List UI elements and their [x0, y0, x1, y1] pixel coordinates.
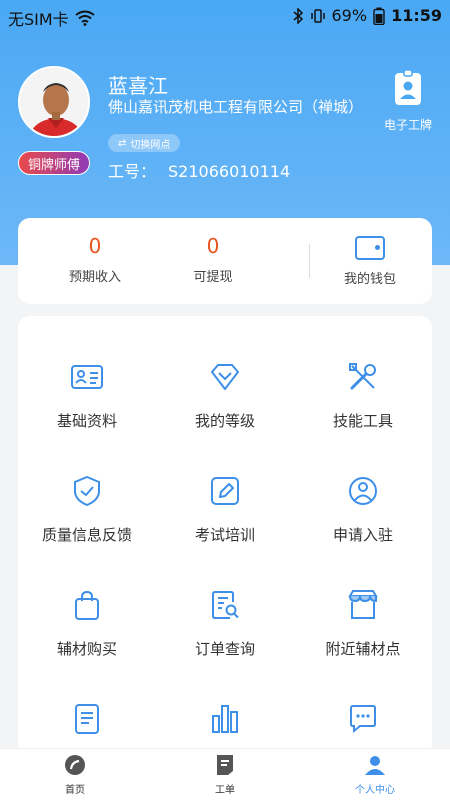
switch-outlet-label: 切换网点: [130, 139, 171, 151]
expected-income-label: 预期收入: [68, 270, 121, 285]
menu-item-basic-info[interactable]: 基础资料: [18, 316, 156, 430]
menu-label: 考试培训: [194, 526, 255, 544]
menu-label: 技能工具: [332, 412, 393, 430]
tab-personal-center[interactable]: 个人中心: [325, 753, 425, 796]
tab-label: 个人中心: [355, 785, 395, 796]
carrier-text: 无SIM卡: [8, 10, 69, 29]
electronic-badge-button[interactable]: 电子工牌: [378, 70, 438, 133]
switch-outlet-button[interactable]: ⇄ 切换网点: [108, 134, 181, 152]
menu-label: 申请入驻: [332, 526, 393, 544]
avatar[interactable]: [18, 66, 90, 138]
menu-item-order-query[interactable]: 订单查询: [156, 544, 294, 658]
user-circle-icon: [349, 477, 377, 505]
menu-item-messages[interactable]: [294, 658, 432, 756]
home-icon: [65, 755, 85, 775]
electronic-badge-label: 电子工牌: [383, 118, 432, 132]
notes-icon: [75, 704, 99, 734]
menu-item-nearby-materials[interactable]: 附近辅材点: [294, 544, 432, 658]
store-icon: [348, 590, 378, 619]
job-number-label: 工号：: [108, 162, 157, 181]
menu-grid: 基础资料 我的等级 技能工具 质量信息反馈 考试培训 申请入驻 辅材购买 订单查…: [18, 316, 432, 756]
vibrate-icon: [310, 8, 325, 23]
menu-item-statistics[interactable]: [156, 658, 294, 756]
company-name: 佛山嘉讯茂机电工程有限公司（禅城）: [108, 98, 364, 116]
bar-chart-icon: [212, 705, 238, 733]
menu-label: 辅材购买: [56, 640, 117, 658]
tools-icon: [349, 363, 376, 390]
menu-item-apply-join[interactable]: 申请入驻: [294, 430, 432, 544]
diamond-icon: [211, 364, 239, 390]
menu-label: 订单查询: [194, 640, 255, 658]
menu-item-notes[interactable]: [18, 658, 156, 756]
clock-text: 11:59: [391, 6, 442, 25]
withdrawable[interactable]: 0 可提现: [153, 234, 273, 285]
expected-income[interactable]: 0 预期收入: [35, 234, 155, 285]
tab-home[interactable]: 首页: [25, 753, 125, 796]
expected-income-value: 0: [88, 234, 102, 258]
user-name: 蓝喜江: [108, 74, 168, 98]
my-wallet-button[interactable]: 我的钱包: [330, 236, 410, 287]
badge-icon: [395, 70, 421, 105]
tab-label: 工单: [215, 785, 235, 796]
person-icon: [365, 756, 385, 775]
tab-orders[interactable]: 工单: [175, 753, 275, 796]
swap-icon: ⇄: [118, 137, 127, 149]
edit-icon: [211, 477, 239, 505]
my-wallet-label: 我的钱包: [343, 272, 396, 287]
job-number: 工号： S21066010114: [108, 158, 290, 182]
menu-label: 附近辅材点: [325, 640, 401, 658]
withdrawable-value: 0: [206, 234, 220, 258]
wallet-icon: [355, 236, 385, 260]
menu-item-quality-feedback[interactable]: 质量信息反馈: [18, 430, 156, 544]
withdrawable-label: 可提现: [193, 270, 233, 285]
bottom-tab-bar: 首页 工单 个人中心: [0, 748, 450, 800]
menu-label: 我的等级: [194, 412, 255, 430]
menu-label: 质量信息反馈: [41, 526, 132, 544]
wallet-card: 0 预期收入 0 可提现 我的钱包: [18, 218, 432, 304]
chat-icon: [350, 705, 376, 734]
menu-item-my-level[interactable]: 我的等级: [156, 316, 294, 430]
id-card-icon: [71, 365, 103, 389]
rank-badge: 铜牌师傅: [18, 151, 90, 175]
document-search-icon: [212, 591, 239, 619]
tab-label: 首页: [65, 785, 85, 796]
order-icon: [217, 755, 233, 775]
menu-item-exam-training[interactable]: 考试培训: [156, 430, 294, 544]
wifi-icon: [75, 10, 95, 26]
bluetooth-icon: [293, 7, 303, 24]
shield-check-icon: [74, 475, 100, 507]
battery-icon: [373, 7, 385, 25]
job-number-value: S21066010114: [168, 162, 291, 181]
menu-item-materials-purchase[interactable]: 辅材购买: [18, 544, 156, 658]
menu-label: 基础资料: [56, 412, 117, 430]
menu-item-skill-tools[interactable]: 技能工具: [294, 316, 432, 430]
shopping-bag-icon: [75, 590, 99, 620]
divider: [309, 244, 310, 278]
status-bar: 无SIM卡 69% 11:59: [0, 0, 450, 32]
battery-text: 69%: [331, 6, 368, 25]
